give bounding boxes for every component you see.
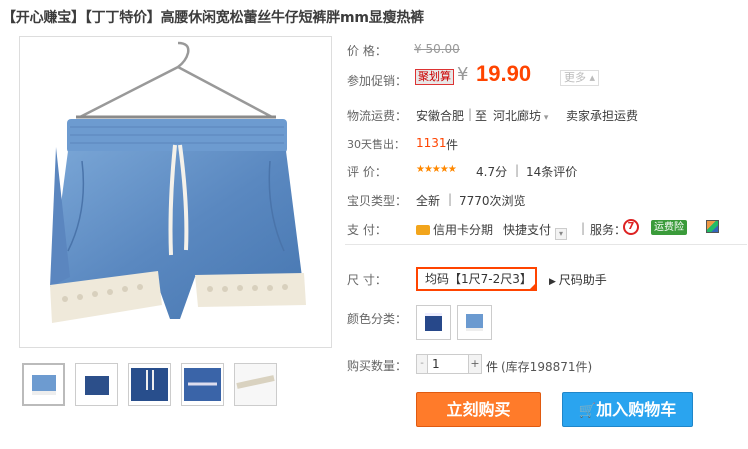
caret-right-icon: ▶ <box>549 277 559 287</box>
seven-day-return-icon[interactable]: 7 <box>623 219 639 235</box>
buy-now-button[interactable]: 立刻购买 <box>416 392 541 427</box>
add-to-cart-button[interactable]: 🛒加入购物车 <box>562 392 693 427</box>
thumbnail-1[interactable] <box>22 363 65 406</box>
sales-label-text: 天售出： <box>361 138 405 151</box>
product-title: 【开心赚宝】【丁丁特价】高腰休闲宽松蕾丝牛仔短裤胖mm显瘦热裤 <box>2 10 424 26</box>
color-swatch-dark[interactable] <box>416 305 451 340</box>
item-condition: 全新 <box>416 194 441 208</box>
size-helper-link[interactable]: ▶ 尺码助手 <box>549 271 607 288</box>
shipping-destination-select[interactable]: 河北廊坊 ▾ <box>493 107 548 124</box>
rating-score: 4.7分 <box>476 165 508 179</box>
payment-separator: | <box>581 221 586 235</box>
rating-separator: | <box>515 163 520 177</box>
promo-label: 参加促销： <box>347 74 408 88</box>
service-label: 服务： <box>590 223 627 237</box>
promo-price: 19.90 <box>476 61 532 86</box>
quantity-label: 购买数量： <box>347 359 408 373</box>
thumbnail-3[interactable] <box>128 363 171 406</box>
quantity-unit: 件 <box>486 360 499 374</box>
freight-insurance-badge[interactable]: 运费险 <box>651 220 687 235</box>
thumbnail-5[interactable] <box>234 363 277 406</box>
shorts-picture <box>50 41 306 323</box>
thumbnail-4[interactable] <box>181 363 224 406</box>
sales-label-days: 30 <box>347 138 361 151</box>
more-promotions-toggle[interactable]: 更多 ▴ <box>560 70 600 86</box>
chevron-down-icon: ▾ <box>555 228 568 240</box>
shipping-to-prefix: 至 <box>475 109 488 123</box>
rating-stars-icon: ★★★★★ <box>416 164 457 175</box>
main-product-image[interactable] <box>19 36 332 348</box>
credit-card-icon <box>416 225 430 235</box>
original-price: ¥ 50.00 <box>414 42 460 56</box>
thumbnail-strip <box>22 363 277 406</box>
sales-unit: 件 <box>446 138 459 152</box>
juhuasuan-badge: 聚划算 <box>415 69 454 85</box>
shipping-label: 物流运费： <box>347 109 408 123</box>
shipping-destination: 河北廊坊 <box>493 109 542 123</box>
quick-pay-label: 快捷支付 <box>503 223 552 237</box>
shipping-origin: 安徽合肥 <box>416 109 465 123</box>
type-separator: | <box>448 192 453 206</box>
color-label: 颜色分类： <box>347 312 408 326</box>
quantity-input[interactable]: 1 <box>427 354 469 374</box>
rating-label: 评 价： <box>347 165 387 179</box>
size-helper-label: 尺码助手 <box>558 273 607 287</box>
shipping-fee: 卖家承担运费 <box>566 109 639 123</box>
quantity-increase-button[interactable]: + <box>468 354 482 374</box>
item-type-label: 宝贝类型： <box>347 194 408 208</box>
view-count: 7770次浏览 <box>459 194 526 208</box>
guarantee-icon[interactable] <box>706 220 719 233</box>
shipping-separator: | <box>468 107 473 121</box>
add-to-cart-label: 加入购物车 <box>596 400 677 419</box>
cart-icon: 🛒 <box>578 403 597 419</box>
size-label: 尺 寸： <box>347 273 387 287</box>
size-option-selected[interactable]: 均码【1尺7-2尺3】 <box>416 267 537 291</box>
stock-count: (库存198871件) <box>501 360 593 374</box>
chevron-down-icon: ▾ <box>541 113 549 123</box>
credit-installment-label: 信用卡分期 <box>433 223 494 237</box>
quick-pay-select[interactable]: 快捷支付 ▾ <box>503 221 568 240</box>
review-count-link[interactable]: 14条评价 <box>526 163 577 180</box>
thumbnail-2[interactable] <box>75 363 118 406</box>
credit-installment[interactable]: 信用卡分期 <box>416 221 493 238</box>
color-swatch-light[interactable] <box>457 305 492 340</box>
currency-symbol: ¥ <box>457 64 469 85</box>
payment-label: 支 付： <box>347 223 387 237</box>
divider <box>345 244 747 245</box>
price-label: 价 格： <box>347 44 387 58</box>
sales-label: 30天售出： <box>347 136 405 152</box>
sales-count: 1131 <box>416 136 447 150</box>
